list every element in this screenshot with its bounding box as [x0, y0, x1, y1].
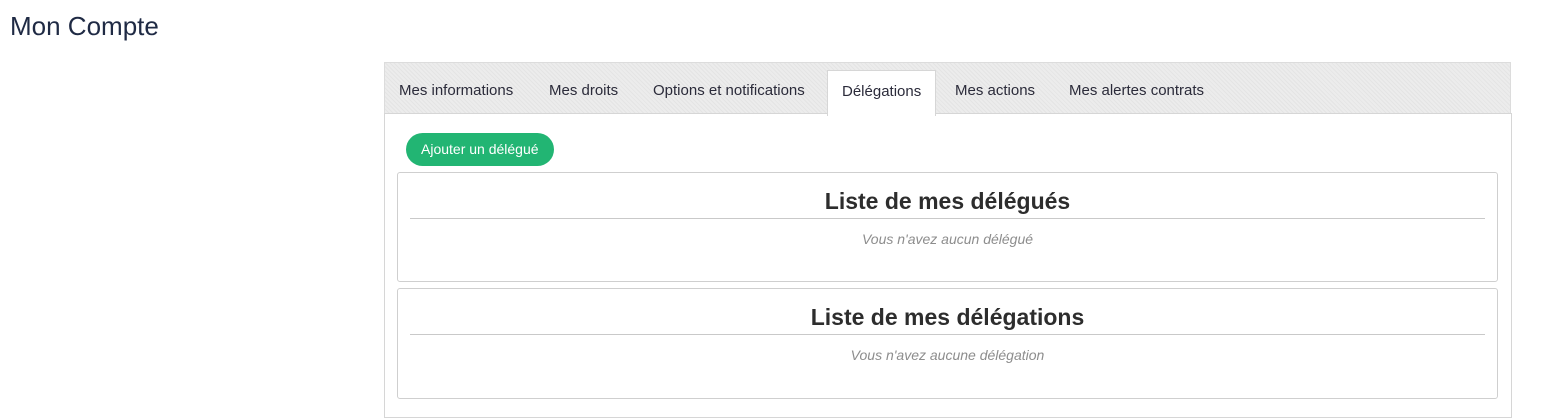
- delegates-card: Liste de mes délégués Vous n'avez aucun …: [397, 172, 1498, 282]
- delegations-empty-message: Vous n'avez aucune délégation: [850, 347, 1045, 363]
- tab-delegations[interactable]: Délégations: [827, 70, 937, 116]
- tab-mes-informations[interactable]: Mes informations: [399, 70, 513, 115]
- delegates-empty-message: Vous n'avez aucun délégué: [861, 231, 1034, 247]
- tab-bar: Mes informations Mes droits Options et n…: [384, 62, 1511, 116]
- delegations-card: Liste de mes délégations Vous n'avez auc…: [397, 288, 1498, 399]
- delegates-title: Liste de mes délégués: [410, 186, 1485, 219]
- page-title: Mon Compte: [10, 11, 159, 41]
- tab-mes-actions[interactable]: Mes actions: [955, 70, 1035, 115]
- delegations-panel: Ajouter un délégué Liste de mes délégués…: [384, 113, 1512, 418]
- add-delegate-button[interactable]: Ajouter un délégué: [406, 133, 554, 166]
- tab-mes-alertes-contrats[interactable]: Mes alertes contrats: [1069, 70, 1204, 115]
- tab-mes-droits[interactable]: Mes droits: [549, 70, 618, 115]
- delegations-title: Liste de mes délégations: [410, 302, 1485, 335]
- tab-options-et-notifications[interactable]: Options et notifications: [653, 70, 805, 115]
